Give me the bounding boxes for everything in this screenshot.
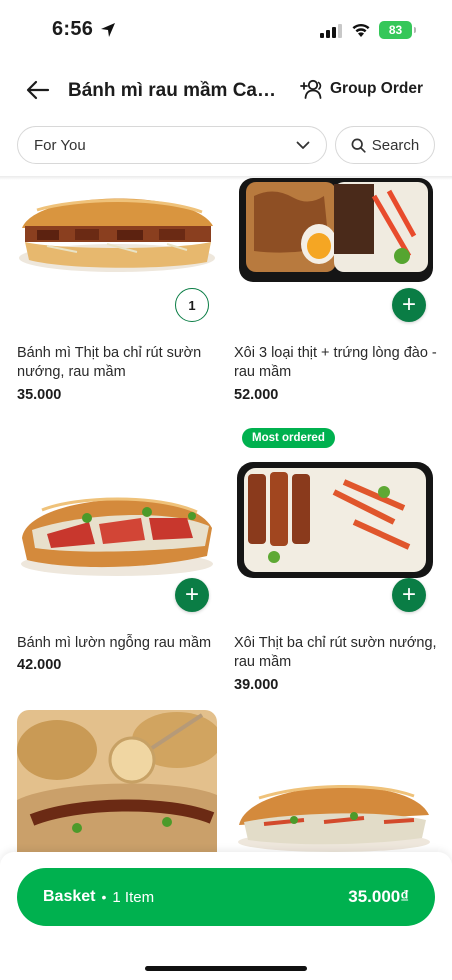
menu-item-partial-left[interactable]	[17, 710, 217, 852]
basket-item-count: 1 Item	[112, 888, 155, 906]
menu-item-banh-mi-luon-ngong[interactable]: + Bánh mì lườn ngỗng rau mầm 42.000	[17, 470, 217, 680]
add-item-button[interactable]: +	[392, 578, 426, 612]
item-name: Xôi 3 loại thịt + trứng lòng đào - rau m…	[234, 345, 437, 380]
back-button[interactable]	[24, 78, 52, 102]
add-item-button[interactable]: +	[392, 288, 426, 322]
menu-item-xoi-thit-ba-chi[interactable]: Most ordered + Xôi Thịt ba chỉ rút sườn …	[234, 428, 437, 700]
status-time: 6:56	[52, 18, 94, 40]
arrow-left-icon	[26, 80, 50, 100]
item-name: Xôi Thịt ba chỉ rút sườn nướng, rau mầm	[234, 635, 437, 670]
food-image-banh-mi-ngong	[21, 497, 213, 576]
plus-icon: +	[401, 581, 416, 608]
menu-item-xoi-3-loai-thit[interactable]: + Xôi 3 loại thịt + trứng lòng đào - rau…	[234, 178, 437, 410]
food-image-banh-mi-2	[238, 784, 430, 852]
add-item-button[interactable]: +	[175, 578, 209, 612]
battery-level: 83	[388, 23, 403, 37]
quantity-button[interactable]: 1	[175, 288, 209, 322]
plus-icon: +	[401, 291, 416, 318]
food-image-banh-mi	[19, 198, 215, 272]
most-ordered-badge: Most ordered	[242, 428, 335, 448]
food-image-xoi-thit	[237, 462, 433, 578]
basket-bar: Basket • 1 Item 35.000₫	[0, 852, 452, 980]
food-image-xoi-box	[239, 178, 433, 282]
basket-button[interactable]: Basket • 1 Item 35.000₫	[17, 868, 435, 926]
add-group-icon	[300, 79, 322, 99]
group-order-button[interactable]: Group Order	[300, 78, 423, 100]
chevron-down-icon	[296, 141, 310, 149]
search-label: Search	[371, 136, 420, 154]
basket-label: Basket	[43, 888, 96, 905]
plus-icon: +	[184, 581, 199, 608]
search-icon	[351, 138, 366, 153]
separator-dot-icon: •	[101, 889, 107, 905]
wifi-icon	[352, 23, 370, 37]
item-price: 52.000	[234, 387, 279, 403]
basket-total: 35.000₫	[348, 887, 409, 906]
status-bar: 6:56 83	[0, 0, 452, 62]
food-image-banh-mi-sauce	[17, 710, 217, 852]
cellular-signal-icon	[320, 24, 342, 38]
filter-row: For You Search	[0, 126, 452, 166]
item-name: Bánh mì Thịt ba chỉ rút sườn nướng, rau …	[17, 345, 202, 380]
item-price: 39.000	[234, 677, 279, 693]
page-title: Bánh mì rau mầm Car...	[68, 80, 278, 101]
group-order-label: Group Order	[330, 80, 424, 97]
location-arrow-icon	[101, 23, 115, 37]
home-indicator[interactable]	[145, 966, 307, 971]
header: Bánh mì rau mầm Car... Group Order	[0, 62, 452, 118]
search-button[interactable]: Search	[335, 126, 435, 164]
category-dropdown[interactable]: For You	[17, 126, 327, 164]
menu-item-partial-right[interactable]	[234, 710, 434, 852]
menu-item-banh-mi-thit-ba-chi[interactable]: 1 Bánh mì Thịt ba chỉ rút sườn nướng, ra…	[17, 180, 217, 410]
category-dropdown-value: For You	[34, 136, 86, 154]
quantity-value: 1	[188, 297, 196, 313]
item-price: 42.000	[17, 657, 62, 673]
item-name: Bánh mì lườn ngỗng rau mầm	[17, 635, 212, 651]
battery-indicator: 83	[379, 21, 416, 39]
item-price: 35.000	[17, 387, 62, 403]
